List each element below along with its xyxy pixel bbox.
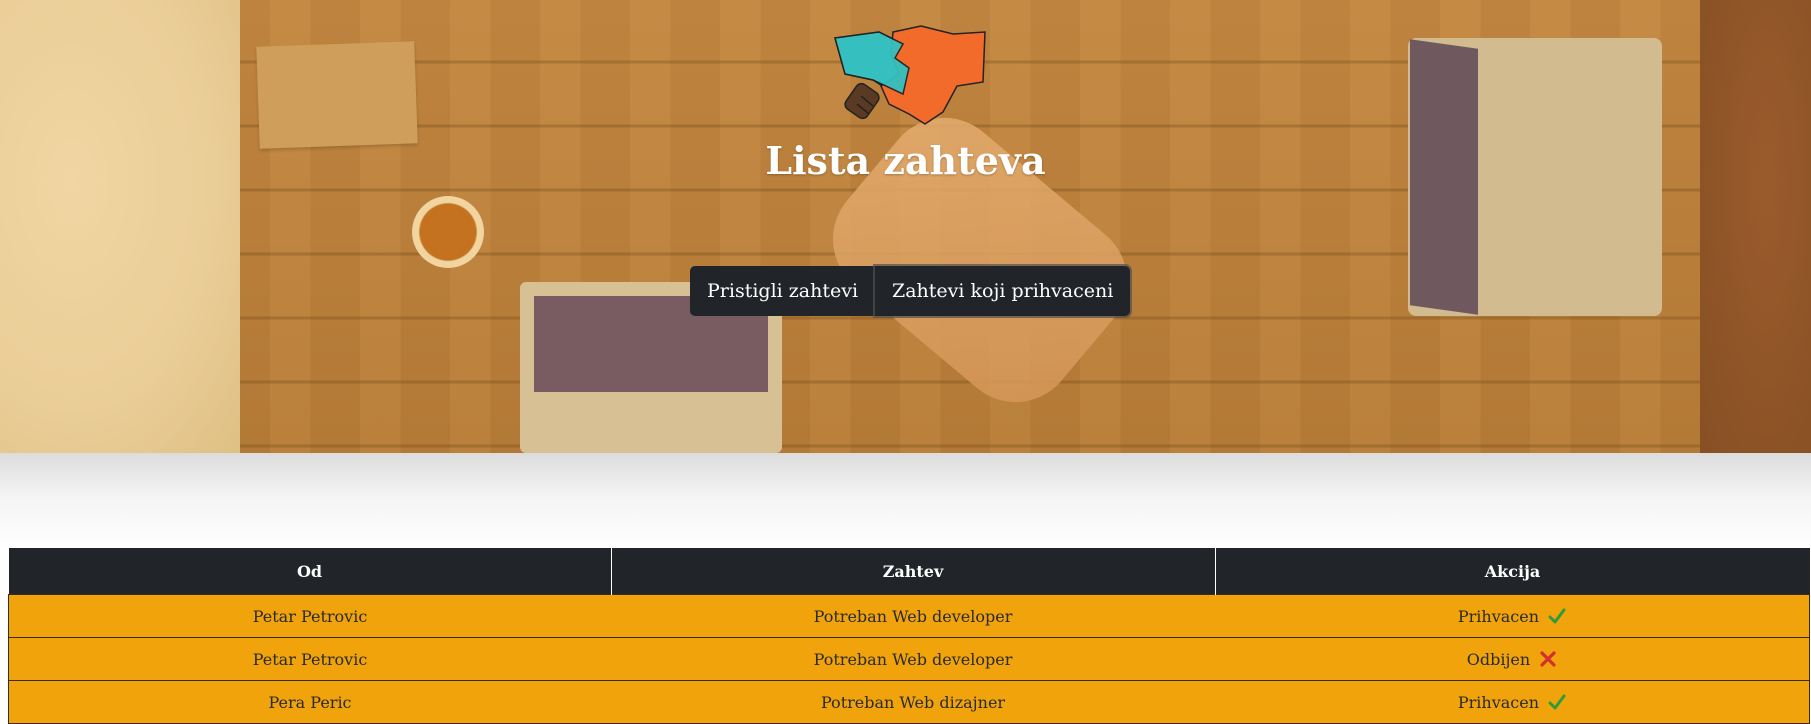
request-tabs: Pristigli zahtevi Zahtevi koji prihvacen… <box>690 266 1131 316</box>
cross-icon <box>1540 650 1556 667</box>
status-label: Odbijen <box>1466 649 1531 669</box>
hero-banner: Lista zahteva Pristigli zahtevi Zahtevi … <box>0 0 1811 453</box>
table-row: Petar Petrovic Potreban Web developer Pr… <box>8 594 1810 638</box>
table-header-row: Od Zahtev Akcija <box>8 548 1810 595</box>
table-row: Pera Peric Potreban Web dizajner Prihvac… <box>8 680 1810 724</box>
requests-table: Od Zahtev Akcija Petar Petrovic Potreban… <box>8 548 1810 724</box>
cell-from: Pera Peric <box>8 680 611 724</box>
column-header-request: Zahtev <box>611 548 1216 595</box>
cell-request: Potreban Web developer <box>611 637 1215 681</box>
handshake-icon <box>834 25 986 125</box>
cell-request: Potreban Web dizajner <box>611 680 1215 724</box>
column-header-from: Od <box>8 548 612 595</box>
cell-action: Odbijen <box>1215 637 1810 681</box>
incoming-requests-button[interactable]: Pristigli zahtevi <box>690 266 876 316</box>
page-title: Lista zahteva <box>765 138 1046 183</box>
cell-from: Petar Petrovic <box>8 594 611 638</box>
check-icon <box>1548 694 1566 709</box>
cell-from: Petar Petrovic <box>8 637 611 681</box>
status-label: Prihvacen <box>1457 692 1540 712</box>
check-icon <box>1548 608 1566 623</box>
cell-action: Prihvacen <box>1215 680 1810 724</box>
accepted-requests-button[interactable]: Zahtevi koji prihvaceni <box>875 266 1131 316</box>
table-row: Petar Petrovic Potreban Web developer Od… <box>8 637 1810 681</box>
cell-action: Prihvacen <box>1215 594 1810 638</box>
cell-request: Potreban Web developer <box>611 594 1215 638</box>
section-divider <box>0 453 1811 548</box>
status-label: Prihvacen <box>1457 606 1540 626</box>
column-header-action: Akcija <box>1215 548 1810 595</box>
